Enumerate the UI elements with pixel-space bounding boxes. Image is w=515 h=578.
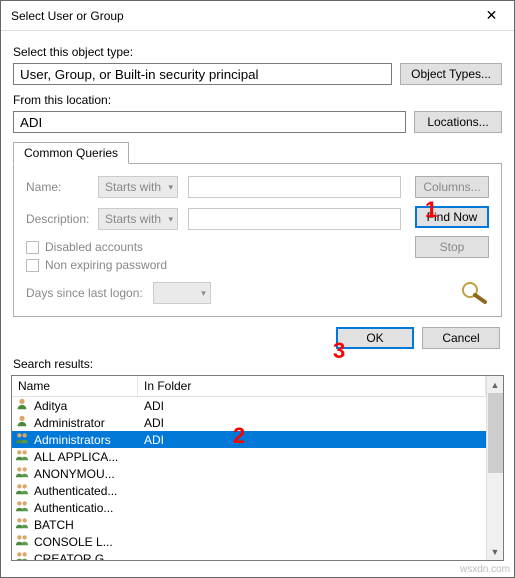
results-header: Name In Folder [12,376,486,397]
group-icon [14,482,30,499]
query-right: Columns... Find Now Stop [411,176,489,304]
results-rows: AdityaADIAdministratorADIAdministratorsA… [12,397,486,560]
row-folder: ADI [138,416,486,430]
tab-common-queries[interactable]: Common Queries [13,142,129,164]
table-row[interactable]: Administrator ADI [12,414,486,431]
close-icon: ✕ [486,7,498,24]
group-icon [14,465,30,482]
disabled-accounts-label: Disabled accounts [45,240,143,254]
table-row[interactable]: Authenticated... [12,482,486,499]
scroll-down-icon[interactable]: ▼ [487,543,503,560]
results-list: Name In Folder Aditya ADI Administrator ADI… [11,375,504,561]
non-expiring-label: Non expiring password [45,258,167,272]
row-name: BATCH [34,518,74,532]
dialog-content: Select this object type: Object Types...… [1,31,514,355]
stop-button[interactable]: Stop [415,236,489,258]
table-row[interactable]: CONSOLE L... [12,533,486,550]
ok-button[interactable]: OK [336,327,414,349]
location-input[interactable] [13,111,406,133]
row-name: Administrators [34,433,111,447]
user-icon [14,414,30,431]
row-folder: ADI [138,399,486,413]
row-name: Aditya [34,399,67,413]
row-name: CONSOLE L... [34,535,113,549]
chevron-down-icon: ▾ [168,214,173,225]
scroll-up-icon[interactable]: ▲ [487,376,503,393]
chevron-down-icon: ▾ [168,182,173,193]
row-name: Authenticatio... [34,501,113,515]
query-left: Name: Starts with ▾ Description: Starts … [26,176,401,304]
cancel-button[interactable]: Cancel [422,327,500,349]
table-row[interactable]: Administrators ADI [12,431,486,448]
group-icon [14,533,30,550]
dialog-buttons: OK Cancel [13,327,502,349]
group-icon [14,550,30,560]
search-results-label: Search results: [1,355,514,373]
window-title: Select User or Group [11,9,124,23]
scroll-thumb[interactable] [488,393,503,473]
column-name-header[interactable]: Name [12,376,138,396]
name-mode-select[interactable]: Starts with ▾ [98,176,178,198]
desc-query-input[interactable] [188,208,401,230]
row-name: ANONYMOU... [34,467,115,481]
name-mode-value: Starts with [105,180,161,194]
row-name: ALL APPLICA... [34,450,118,464]
from-location-label: From this location: [13,93,502,107]
table-row[interactable]: CREATOR G... [12,550,486,560]
row-name: Administrator [34,416,105,430]
column-folder-header[interactable]: In Folder [138,376,486,396]
find-now-button[interactable]: Find Now [415,206,489,228]
group-icon [14,516,30,533]
row-name: Authenticated... [34,484,117,498]
columns-button[interactable]: Columns... [415,176,489,198]
tab-area: Common Queries Name: Starts with ▾ Descr… [13,141,502,317]
days-since-logon-select[interactable]: ▾ [153,282,211,304]
chevron-down-icon: ▾ [201,288,206,299]
object-type-input[interactable] [13,63,392,85]
group-icon [14,499,30,516]
group-icon [14,431,30,448]
desc-mode-select[interactable]: Starts with ▾ [98,208,178,230]
name-label: Name: [26,180,88,194]
object-type-label: Select this object type: [13,45,502,59]
table-row[interactable]: ANONYMOU... [12,465,486,482]
close-button[interactable]: ✕ [469,1,514,31]
object-types-button[interactable]: Object Types... [400,63,502,85]
scrollbar[interactable]: ▲ ▼ [486,376,503,560]
magnifier-icon [459,280,489,304]
days-since-logon-label: Days since last logon: [26,286,143,300]
table-row[interactable]: Aditya ADI [12,397,486,414]
description-label: Description: [26,212,88,226]
row-folder: ADI [138,433,486,447]
watermark: wsxdn.com [460,564,510,575]
table-row[interactable]: Authenticatio... [12,499,486,516]
row-name: CREATOR G... [34,552,114,561]
desc-mode-value: Starts with [105,212,161,226]
table-row[interactable]: BATCH [12,516,486,533]
user-icon [14,397,30,414]
tab-body: Name: Starts with ▾ Description: Starts … [13,163,502,317]
non-expiring-checkbox[interactable] [26,259,39,272]
table-row[interactable]: ALL APPLICA... [12,448,486,465]
locations-button[interactable]: Locations... [414,111,502,133]
group-icon [14,448,30,465]
disabled-accounts-checkbox[interactable] [26,241,39,254]
name-query-input[interactable] [188,176,401,198]
titlebar: Select User or Group ✕ [1,1,514,31]
